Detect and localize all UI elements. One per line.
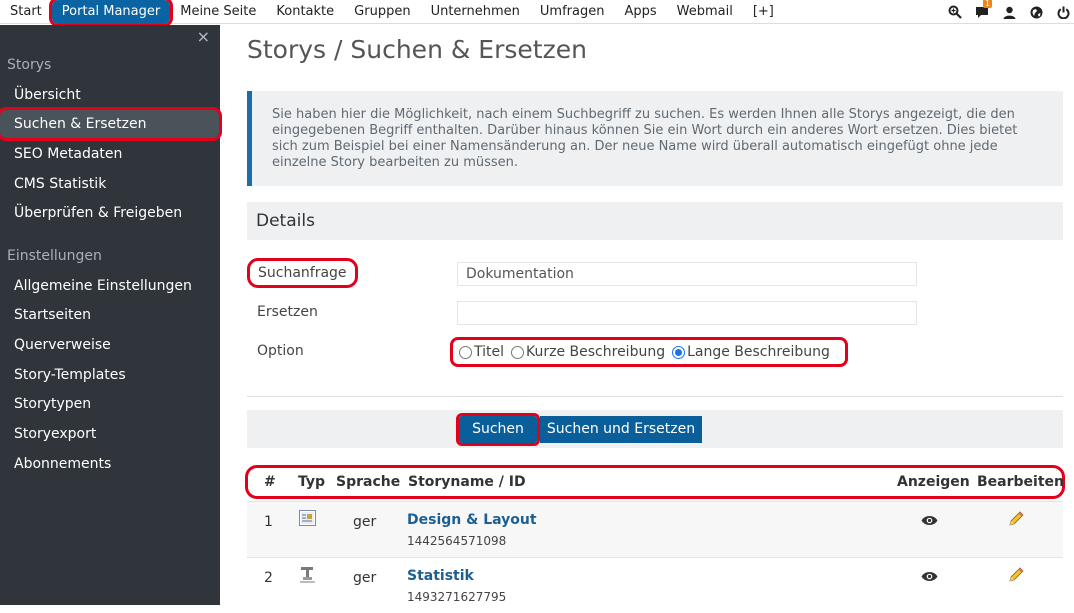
notification-badge: 1 bbox=[983, 0, 993, 8]
sidebar-group-storys: Storys bbox=[7, 57, 52, 73]
replace-label: Ersetzen bbox=[257, 304, 318, 320]
eye-icon[interactable] bbox=[921, 570, 938, 586]
radio-titel[interactable] bbox=[459, 345, 472, 359]
radio-lange-beschreibung[interactable] bbox=[672, 345, 686, 359]
user-icon[interactable] bbox=[1002, 5, 1016, 19]
option-label: Option bbox=[257, 343, 304, 359]
story-cell: Design & Layout 1442564571098 bbox=[407, 512, 537, 548]
close-sidebar-icon[interactable]: × bbox=[197, 27, 210, 46]
sidebar: × Storys Übersicht Suchen & Ersetzen SEO… bbox=[0, 25, 222, 605]
query-label: Suchanfrage bbox=[247, 258, 358, 288]
nav-meine-seite[interactable]: Meine Seite bbox=[170, 0, 266, 24]
top-navigation-bar: Start Portal Manager Meine Seite Kontakt… bbox=[0, 0, 1074, 27]
col-anzeigen: Anzeigen bbox=[897, 474, 970, 490]
radio-kurze-beschreibung[interactable] bbox=[511, 345, 525, 359]
sidebar-item-ueberpruefen-freigeben[interactable]: Überprüfen & Freigeben bbox=[0, 199, 220, 227]
sidebar-item-querverweise[interactable]: Querverweise bbox=[0, 331, 220, 359]
sidebar-item-cms-statistik[interactable]: CMS Statistik bbox=[0, 170, 220, 198]
nav-webmail[interactable]: Webmail bbox=[667, 0, 743, 24]
search-replace-button[interactable]: Suchen und Ersetzen bbox=[540, 416, 702, 443]
story-type-icon bbox=[299, 510, 316, 530]
nav-more[interactable]: [+] bbox=[743, 0, 784, 24]
replace-input[interactable] bbox=[457, 301, 917, 325]
pencil-icon[interactable] bbox=[1007, 510, 1025, 532]
form-divider bbox=[247, 396, 1063, 397]
search-query-input[interactable] bbox=[457, 262, 917, 286]
option-titel[interactable]: Titel bbox=[459, 344, 504, 360]
results-table-header: # Typ Sprache Storyname / ID Anzeigen Be… bbox=[245, 465, 1065, 499]
button-bar: Suchen Suchen und Ersetzen bbox=[247, 410, 1063, 448]
chat-icon[interactable]: 1 bbox=[975, 0, 993, 19]
sidebar-item-seo-metadaten[interactable]: SEO Metadaten bbox=[0, 140, 220, 168]
sidebar-item-allgemeine-einstellungen[interactable]: Allgemeine Einstellungen bbox=[0, 272, 220, 300]
option-kurze-beschreibung[interactable]: Kurze Beschreibung bbox=[511, 344, 665, 360]
table-row: 1 ger Design & Layout 1442564571098 bbox=[247, 501, 1063, 557]
story-id: 1442564571098 bbox=[407, 534, 507, 548]
nav-gruppen[interactable]: Gruppen bbox=[344, 0, 420, 24]
sidebar-item-uebersicht[interactable]: Übersicht bbox=[0, 81, 220, 109]
nav-unternehmen[interactable]: Unternehmen bbox=[421, 0, 530, 24]
nav-portal-manager[interactable]: Portal Manager bbox=[48, 0, 174, 27]
row-number: 1 bbox=[264, 514, 273, 530]
top-icons: 1 bbox=[948, 0, 1070, 24]
row-language: ger bbox=[353, 514, 377, 530]
col-storyname: Storyname / ID bbox=[408, 474, 526, 490]
sidebar-item-startseiten[interactable]: Startseiten bbox=[0, 301, 220, 329]
story-cell: Statistik 1493271627795 bbox=[407, 568, 506, 604]
story-name-link[interactable]: Design & Layout bbox=[407, 512, 537, 528]
search-button[interactable]: Suchen bbox=[456, 413, 540, 446]
row-language: ger bbox=[353, 570, 377, 586]
pencil-icon[interactable] bbox=[1007, 566, 1025, 588]
sidebar-item-storytypen[interactable]: Storytypen bbox=[0, 390, 220, 418]
sidebar-item-story-templates[interactable]: Story-Templates bbox=[0, 361, 220, 389]
search-icon[interactable] bbox=[948, 5, 962, 19]
story-id: 1493271627795 bbox=[407, 590, 507, 604]
story-name-link[interactable]: Statistik bbox=[407, 568, 506, 584]
option-lange-beschreibung-label: Lange Beschreibung bbox=[687, 344, 830, 360]
row-number: 2 bbox=[264, 570, 273, 586]
sidebar-item-abonnements[interactable]: Abonnements bbox=[0, 450, 220, 478]
option-lange-beschreibung[interactable]: Lange Beschreibung bbox=[672, 344, 830, 360]
nav-apps[interactable]: Apps bbox=[614, 0, 666, 24]
top-nav-menu: Start Portal Manager Meine Seite Kontakt… bbox=[0, 0, 784, 27]
nav-kontakte[interactable]: Kontakte bbox=[266, 0, 344, 24]
page-title: Storys / Suchen & Ersetzen bbox=[247, 35, 587, 64]
col-sprache: Sprache bbox=[336, 474, 401, 490]
info-box: Sie haben hier die Möglichkeit, nach ein… bbox=[247, 91, 1063, 186]
eye-icon[interactable] bbox=[921, 514, 938, 530]
option-titel-label: Titel bbox=[474, 344, 505, 360]
sidebar-item-suchen-ersetzen[interactable]: Suchen & Ersetzen bbox=[0, 107, 222, 141]
col-bearbeiten: Bearbeiten bbox=[977, 474, 1064, 490]
option-kurze-beschreibung-label: Kurze Beschreibung bbox=[526, 344, 666, 360]
globe-icon[interactable] bbox=[1029, 5, 1043, 19]
sidebar-group-einstellungen: Einstellungen bbox=[7, 248, 102, 264]
nav-umfragen[interactable]: Umfragen bbox=[530, 0, 615, 24]
sidebar-item-storyexport[interactable]: Storyexport bbox=[0, 420, 220, 448]
nav-start[interactable]: Start bbox=[0, 0, 52, 24]
col-number: # bbox=[264, 474, 276, 490]
details-heading: Details bbox=[247, 202, 1063, 240]
col-typ: Typ bbox=[298, 474, 326, 490]
story-type-icon bbox=[299, 566, 316, 587]
power-icon[interactable] bbox=[1056, 5, 1070, 19]
option-radio-group: Titel Kurze Beschreibung Lange Beschreib… bbox=[450, 337, 848, 367]
